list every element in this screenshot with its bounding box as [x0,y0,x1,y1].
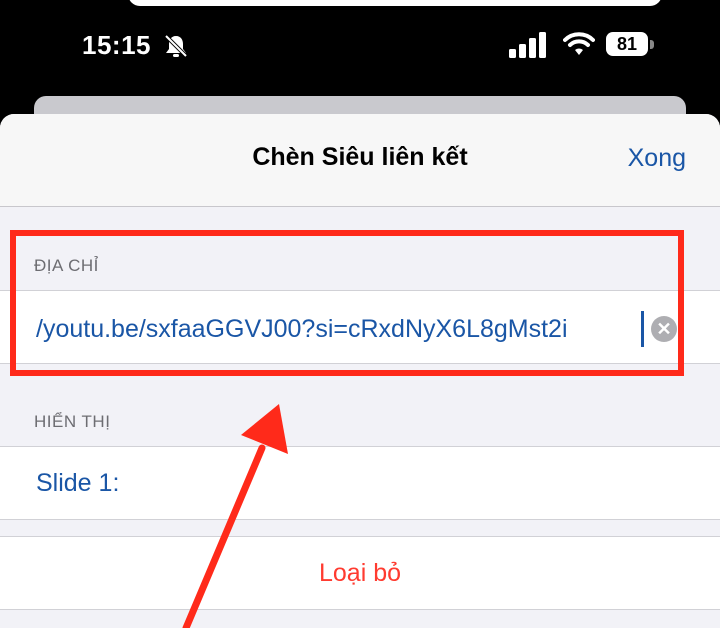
annotation-arrow [182,404,288,628]
